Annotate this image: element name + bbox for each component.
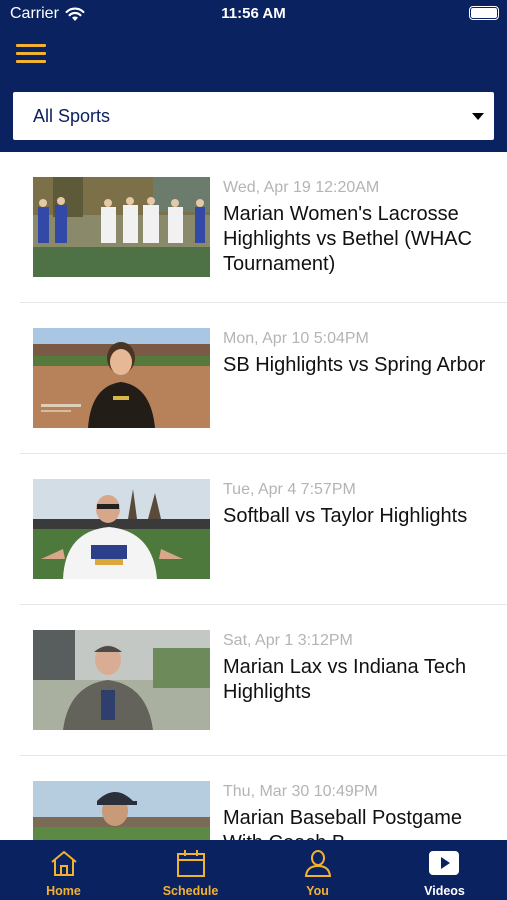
menu-icon[interactable] bbox=[14, 42, 48, 64]
tab-home-label: Home bbox=[46, 884, 81, 898]
video-item[interactable]: Wed, Apr 19 12:20AM Marian Women's Lacro… bbox=[20, 152, 507, 303]
tab-videos-label: Videos bbox=[424, 884, 465, 898]
tab-bar: Home Schedule You Videos bbox=[0, 840, 507, 900]
home-icon bbox=[51, 850, 77, 876]
person-icon bbox=[304, 850, 332, 877]
video-thumbnail bbox=[33, 630, 210, 730]
app-screen: Carrier 11:56 AM All Sports Wed, Apr 19 … bbox=[0, 0, 507, 900]
video-date: Tue, Apr 4 7:57PM bbox=[223, 481, 356, 498]
tab-you-label: You bbox=[306, 884, 329, 898]
tab-home[interactable]: Home bbox=[0, 840, 127, 900]
video-date: Wed, Apr 19 12:20AM bbox=[223, 179, 380, 196]
video-thumbnail bbox=[33, 781, 210, 840]
video-date: Mon, Apr 10 5:04PM bbox=[223, 330, 369, 347]
video-title: Marian Women's Lacrosse Highlights vs Be… bbox=[223, 203, 472, 275]
tab-you[interactable]: You bbox=[254, 840, 381, 900]
sport-filter-value: All Sports bbox=[33, 106, 111, 126]
video-item[interactable]: Mon, Apr 10 5:04PM SB Highlights vs Spri… bbox=[20, 303, 507, 454]
tab-schedule-label: Schedule bbox=[162, 884, 219, 898]
video-list: Wed, Apr 19 12:20AM Marian Women's Lacro… bbox=[0, 152, 507, 840]
video-title: Marian Lax vs Indiana Tech Highlights bbox=[223, 656, 467, 703]
tab-schedule[interactable]: Schedule bbox=[127, 840, 254, 900]
video-thumbnail bbox=[33, 479, 210, 579]
video-item[interactable]: Sat, Apr 1 3:12PM Marian Lax vs Indiana … bbox=[20, 605, 507, 756]
video-thumbnail bbox=[33, 328, 210, 428]
header: All Sports bbox=[0, 30, 507, 152]
calendar-icon bbox=[177, 850, 205, 877]
video-date: Sat, Apr 1 3:12PM bbox=[223, 632, 353, 649]
tab-videos[interactable]: Videos bbox=[381, 840, 507, 900]
video-title: Softball vs Taylor Highlights bbox=[223, 505, 468, 527]
video-date: Thu, Mar 30 10:49PM bbox=[223, 783, 378, 800]
status-bar: Carrier 11:56 AM bbox=[0, 0, 507, 30]
video-item[interactable]: Thu, Mar 30 10:49PM Marian Baseball Post… bbox=[20, 756, 507, 840]
video-title: SB Highlights vs Spring Arbor bbox=[223, 354, 486, 376]
video-thumbnail bbox=[33, 177, 210, 277]
video-title: Marian Baseball Postgame With Coach B bbox=[223, 807, 463, 840]
clock: 11:56 AM bbox=[221, 5, 286, 22]
video-item[interactable]: Tue, Apr 4 7:57PM Softball vs Taylor Hig… bbox=[20, 454, 507, 605]
play-icon bbox=[429, 851, 459, 875]
sport-filter-dropdown[interactable]: All Sports bbox=[13, 92, 494, 140]
caret-down-icon bbox=[472, 113, 484, 120]
battery-icon bbox=[469, 6, 499, 20]
